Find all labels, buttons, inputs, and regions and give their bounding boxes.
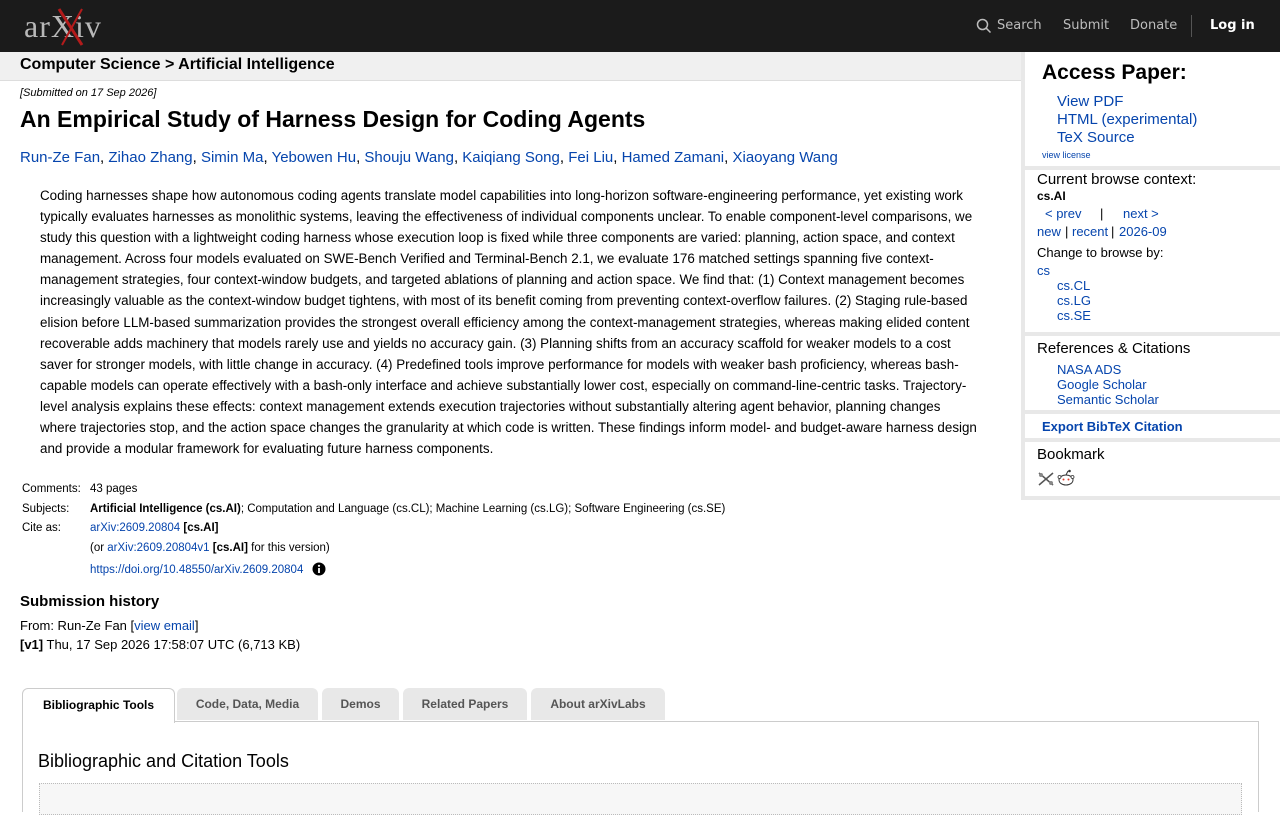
new-link[interactable]: new [1037, 224, 1061, 239]
cite-version-suffix: for this version) [251, 542, 330, 554]
paper-title: An Empirical Study of Harness Design for… [20, 106, 646, 132]
breadcrumb-separator: > [164, 56, 175, 73]
semantic-scholar-link[interactable]: Semantic Scholar [1057, 392, 1159, 407]
prev-next-separator: | [1100, 206, 1104, 221]
tab-code-data-media[interactable]: Code, Data, Media [177, 688, 318, 720]
cite-label: Cite as: [22, 522, 61, 534]
doi-link[interactable]: https://doi.org/10.48550/arXiv.2609.2080… [90, 564, 303, 576]
tab-demos[interactable]: Demos [322, 688, 399, 720]
breadcrumb: Computer Science > Artificial Intelligen… [20, 56, 335, 74]
search-link[interactable]: Search [997, 18, 1042, 33]
new-recent-separator: | [1065, 224, 1069, 239]
browse-cs-cl-link[interactable]: cs.CL [1057, 278, 1090, 293]
breadcrumb-current[interactable]: Artificial Intelligence [178, 56, 334, 73]
change-browse-heading: Change to browse by: [1037, 245, 1164, 260]
top-navigation-bar: arXiv Search Submit Donate Log in [0, 0, 1280, 52]
subjects-label: Subjects: [22, 503, 70, 515]
browse-context-heading: Current browse context: [1037, 171, 1197, 188]
cite-version-value: (or arXiv:2609.20804v1 [cs.AI] for this … [90, 542, 330, 554]
cite-version-category: [cs.AI] [212, 542, 248, 554]
submission-date: [Submitted on 17 Sep 2026] [20, 87, 157, 99]
version-line: [v1] Thu, 17 Sep 2026 17:58:07 UTC (6,71… [20, 637, 300, 652]
submitter-prefix: From: Run-Ze Fan [ [20, 618, 135, 633]
author-separator: , [613, 149, 622, 166]
cite-version-prefix: (or [90, 542, 105, 554]
view-pdf-link[interactable]: View PDF [1057, 93, 1123, 110]
submission-history-heading: Submission history [20, 593, 160, 610]
reddit-icon[interactable] [1057, 469, 1075, 487]
tab-panel-heading: Bibliographic and Citation Tools [38, 751, 289, 771]
author-list: Run-Ze Fan, Zihao Zhang, Simin Ma, Yebow… [20, 149, 838, 166]
browse-cs-link[interactable]: cs [1037, 263, 1050, 278]
tab-related-papers[interactable]: Related Papers [403, 688, 527, 720]
author-link[interactable]: Xiaoyang Wang [732, 149, 837, 166]
comments-label: Comments: [22, 483, 81, 495]
cite-category: [cs.AI] [183, 522, 219, 534]
author-link[interactable]: Kaiqiang Song [462, 149, 560, 166]
submit-link[interactable]: Submit [1063, 18, 1109, 33]
month-link[interactable]: 2026-09 [1119, 224, 1167, 239]
author-link[interactable]: Shouju Wang [364, 149, 454, 166]
header-divider [1191, 15, 1192, 37]
view-license-link[interactable]: view license [1042, 150, 1091, 160]
recent-link[interactable]: recent [1072, 224, 1108, 239]
secondary-subjects: ; Computation and Language (cs.CL); Mach… [240, 503, 726, 515]
browse-cs-se-link[interactable]: cs.SE [1057, 308, 1091, 323]
prev-link[interactable]: < prev [1045, 206, 1082, 221]
view-email-link[interactable]: view email [134, 618, 195, 633]
login-link[interactable]: Log in [1210, 18, 1255, 33]
doi-value: https://doi.org/10.48550/arXiv.2609.2080… [90, 562, 326, 576]
tab-bibliographic-tools[interactable]: Bibliographic Tools [22, 688, 175, 723]
browse-context-value: cs.AI [1037, 189, 1066, 203]
author-separator: , [559, 149, 569, 166]
cite-value: arXiv:2609.20804 [cs.AI] [90, 522, 219, 534]
search-icon[interactable] [976, 18, 992, 34]
subjects-value: Artificial Intelligence (cs.AI); Computa… [90, 503, 725, 515]
export-bibtex-link[interactable]: Export BibTeX Citation [1042, 419, 1183, 434]
nasa-ads-link[interactable]: NASA ADS [1057, 362, 1121, 377]
access-paper-heading: Access Paper: [1042, 61, 1187, 84]
author-link[interactable]: Hamed Zamani [622, 149, 725, 166]
primary-subject: Artificial Intelligence (cs.AI) [90, 503, 241, 515]
version-v1-date: Thu, 17 Sep 2026 17:58:07 UTC (6,713 KB) [46, 637, 301, 652]
version-v1-link[interactable]: [v1] [20, 637, 43, 652]
info-icon[interactable] [312, 562, 326, 576]
tab-panel-content-box [39, 783, 1242, 815]
author-separator: , [263, 149, 272, 166]
google-scholar-link[interactable]: Google Scholar [1057, 377, 1147, 392]
submitter-line: From: Run-Ze Fan [view email] [20, 618, 198, 633]
html-link[interactable]: HTML (experimental) [1057, 111, 1197, 128]
arxiv-id-link[interactable]: arXiv:2609.20804 [90, 522, 180, 534]
author-separator: , [192, 149, 201, 166]
tex-source-link[interactable]: TeX Source [1057, 129, 1135, 146]
author-link[interactable]: Simin Ma [201, 149, 264, 166]
tab-about-arxivlabs[interactable]: About arXivLabs [531, 688, 665, 720]
donate-link[interactable]: Donate [1130, 18, 1177, 33]
breadcrumb-parent[interactable]: Computer Science [20, 56, 160, 73]
comments-value: 43 pages [90, 483, 138, 495]
bibsonomy-icon[interactable] [1037, 471, 1055, 487]
arxiv-version-link[interactable]: arXiv:2609.20804v1 [107, 542, 209, 554]
references-heading: References & Citations [1037, 340, 1191, 357]
abstract-text: Coding harnesses shape how autonomous co… [40, 188, 977, 457]
author-link[interactable]: Run-Ze Fan [20, 149, 100, 166]
bookmark-heading: Bookmark [1037, 446, 1105, 463]
arxiv-logo[interactable]: arXiv [24, 7, 112, 47]
browse-cs-lg-link[interactable]: cs.LG [1057, 293, 1091, 308]
next-link[interactable]: next > [1123, 206, 1159, 221]
author-link[interactable]: Zihao Zhang [108, 149, 192, 166]
submitter-suffix: ] [194, 618, 199, 633]
recent-month-separator: | [1111, 224, 1115, 239]
author-link[interactable]: Fei Liu [568, 149, 613, 166]
author-link[interactable]: Yebowen Hu [272, 149, 357, 166]
